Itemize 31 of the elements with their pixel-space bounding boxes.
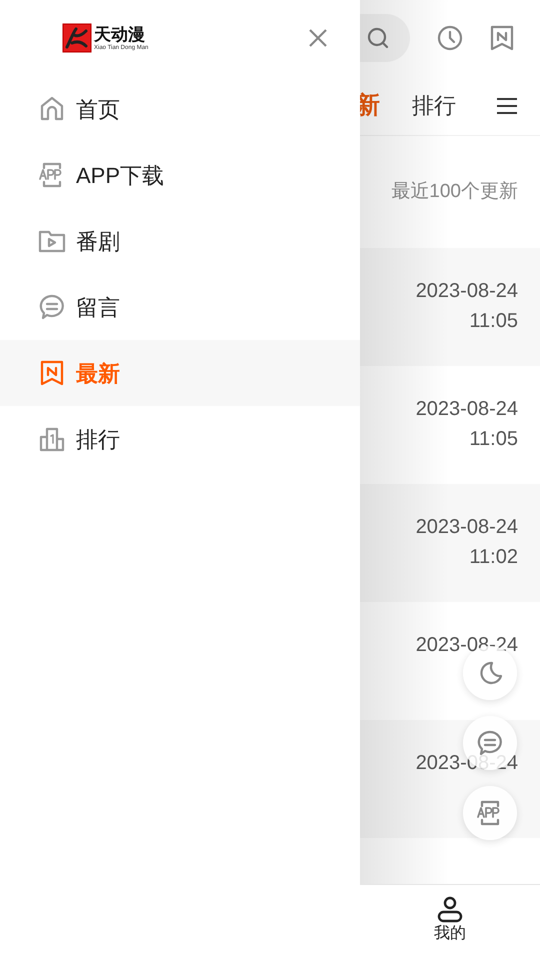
seal-icon xyxy=(62,23,92,53)
update-row[interactable]: 2023-08-24 11:05 xyxy=(360,248,540,366)
bookmark-icon xyxy=(488,24,516,52)
bar-chart-icon xyxy=(38,425,66,453)
update-date: 2023-08-24 xyxy=(416,397,518,422)
bookmark-icon xyxy=(38,359,66,387)
logo-title: 天动漫 xyxy=(94,24,145,44)
update-time: 11:05 xyxy=(469,309,518,334)
profile-nav-item[interactable]: 我的 xyxy=(420,885,480,960)
menu-item[interactable]: 番剧 xyxy=(0,208,360,274)
menu-item[interactable]: APP下载 xyxy=(0,142,360,208)
update-time: 11:05 xyxy=(469,427,518,452)
update-time: 11:02 xyxy=(469,545,518,570)
search-field[interactable] xyxy=(360,14,410,62)
section-title: 最近100个更新 xyxy=(391,180,518,204)
update-date: 2023-08-24 xyxy=(416,279,518,304)
menu-icon[interactable] xyxy=(496,96,518,114)
close-icon[interactable] xyxy=(308,28,328,48)
home-icon xyxy=(38,95,66,123)
update-row[interactable]: 2023-08-24 11:02 xyxy=(360,484,540,602)
speech-bubble-icon xyxy=(38,293,66,321)
update-date: 2023-08-24 xyxy=(416,633,518,658)
update-date: 2023-08-24 xyxy=(416,515,518,540)
clock-icon xyxy=(436,24,464,52)
user-icon xyxy=(436,895,464,923)
menu-item[interactable]: 排行 xyxy=(0,406,360,472)
speech-bubble-icon xyxy=(476,729,504,757)
nav-tab[interactable]: 排行 xyxy=(412,89,456,122)
menu-item[interactable]: 留言 xyxy=(0,274,360,340)
update-date: 2023-08-24 xyxy=(416,751,518,776)
menu-item[interactable]: 首页 xyxy=(0,76,360,142)
